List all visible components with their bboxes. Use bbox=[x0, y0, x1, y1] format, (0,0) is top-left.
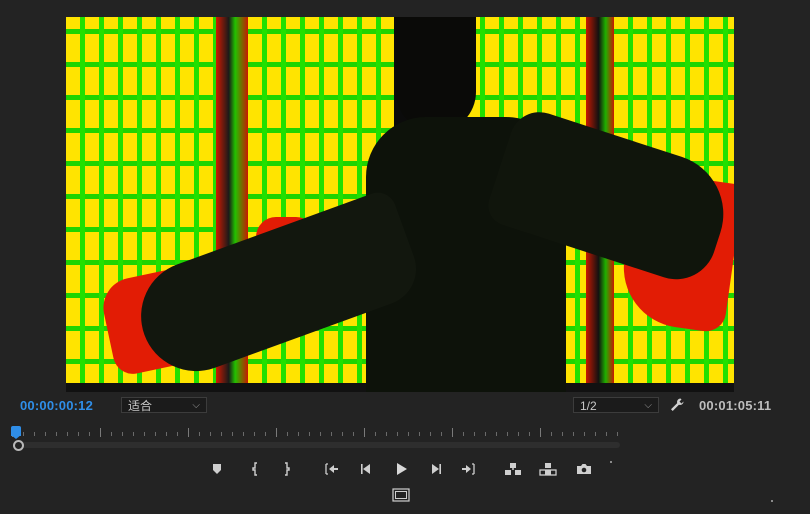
go-to-in-icon bbox=[325, 463, 338, 475]
zoom-scroll-handle[interactable] bbox=[13, 440, 24, 451]
time-ruler-major-ticks bbox=[12, 428, 620, 440]
play-button[interactable] bbox=[392, 460, 410, 478]
mark-out-icon bbox=[285, 462, 290, 476]
zoom-scroll-bar[interactable] bbox=[18, 442, 620, 448]
playback-resolution-value: 1/2 bbox=[580, 399, 597, 413]
zoom-level-value: 适合 bbox=[128, 399, 153, 413]
wrench-icon[interactable] bbox=[668, 396, 686, 414]
panel-resize-indicator bbox=[771, 500, 773, 502]
overwrite-icon bbox=[539, 463, 557, 476]
video-figure-head bbox=[396, 17, 476, 132]
zoom-level-select[interactable]: 适合 ⌵ bbox=[121, 397, 207, 413]
chevron-down-icon: ⌵ bbox=[644, 400, 652, 411]
go-to-in-button[interactable] bbox=[322, 460, 340, 478]
safe-margins-button[interactable] bbox=[392, 486, 410, 504]
camera-icon bbox=[577, 464, 591, 474]
insert-button[interactable] bbox=[504, 460, 522, 478]
playback-resolution-select[interactable]: 1/2 ⌵ bbox=[573, 397, 659, 413]
mark-out-button[interactable] bbox=[278, 460, 296, 478]
step-back-button[interactable] bbox=[357, 460, 375, 478]
duration-timecode: 00:01:05:11 bbox=[699, 398, 772, 413]
program-monitor: 00:00:00:12 适合 ⌵ 1/2 ⌵ 00:01:05:11 bbox=[0, 0, 810, 514]
play-icon bbox=[397, 463, 407, 475]
export-frame-button[interactable] bbox=[575, 460, 593, 478]
chevron-down-icon: ⌵ bbox=[192, 400, 200, 411]
button-editor-indicator bbox=[610, 461, 612, 463]
go-to-out-icon bbox=[462, 463, 475, 475]
current-timecode[interactable]: 00:00:00:12 bbox=[20, 398, 93, 413]
video-preview[interactable] bbox=[66, 17, 734, 392]
playhead[interactable] bbox=[11, 426, 21, 439]
step-back-icon bbox=[361, 464, 370, 474]
overwrite-button[interactable] bbox=[539, 460, 557, 478]
marker-icon bbox=[213, 464, 221, 474]
insert-icon bbox=[505, 463, 521, 475]
step-forward-icon bbox=[432, 464, 441, 474]
mark-in-button[interactable] bbox=[246, 460, 264, 478]
mark-in-icon bbox=[252, 462, 257, 476]
go-to-out-button[interactable] bbox=[460, 460, 478, 478]
step-forward-button[interactable] bbox=[427, 460, 445, 478]
safe-margins-icon bbox=[392, 488, 410, 502]
add-marker-button[interactable] bbox=[208, 460, 226, 478]
